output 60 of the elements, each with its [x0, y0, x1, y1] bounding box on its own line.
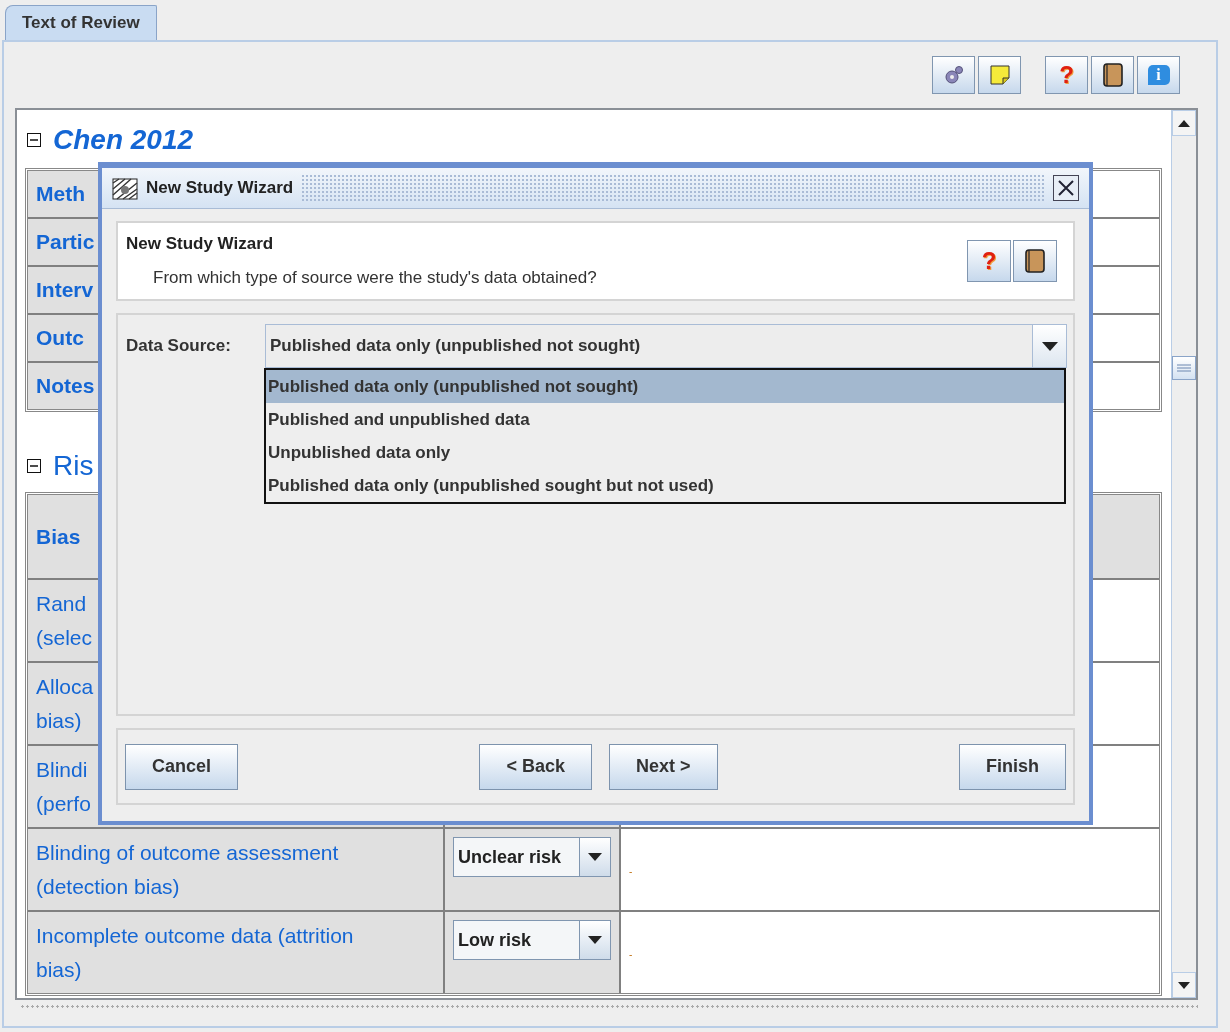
- caret-icon: [1041, 341, 1058, 351]
- scroll-down-icon: [1178, 981, 1190, 989]
- book-icon: [1101, 62, 1124, 88]
- field-label: Data Source:: [125, 336, 232, 356]
- bias-label: bias): [36, 707, 82, 734]
- wizard-heading: New Study Wizard: [126, 234, 275, 254]
- settings-button[interactable]: [932, 56, 975, 94]
- book-button[interactable]: [1013, 240, 1057, 282]
- study-title: Chen 2012: [53, 124, 194, 156]
- dropdown-option[interactable]: Published and unpublished data: [266, 403, 1064, 436]
- scroll-thumb-icon: [1177, 364, 1191, 372]
- finish-button[interactable]: Finish: [959, 743, 1066, 790]
- dropdown-option[interactable]: Published data only (unpublished sought but not used): [266, 469, 1064, 502]
- scroll-up-icon: [1178, 119, 1190, 127]
- dropdown-option[interactable]: Published data only (unpublished not sought): [266, 370, 1064, 403]
- bias-label: Blinding of outcome assessment (detection bias): [36, 839, 340, 900]
- bias-label: (perfo: [36, 790, 91, 817]
- cancel-button[interactable]: Cancel: [125, 743, 239, 790]
- bias-label: (selec: [36, 624, 93, 651]
- bias-label: Alloca: [36, 673, 94, 700]
- collapse-icon[interactable]: [27, 133, 41, 147]
- data-source-dropdown[interactable]: Published data only (unpublished not sought): [265, 324, 1067, 368]
- support-text: -: [629, 865, 633, 877]
- help-icon: ?: [981, 249, 997, 273]
- sticky-note-icon: [989, 65, 1010, 85]
- column-header: Bias: [36, 524, 81, 548]
- dropdown-option[interactable]: Unpublished data only: [266, 436, 1064, 469]
- gear-icon: [942, 64, 965, 86]
- note-button[interactable]: [978, 56, 1021, 94]
- risk-dropdown[interactable]: Unclear risk: [453, 837, 611, 877]
- tab[interactable]: Text of Review: [5, 5, 157, 40]
- row-label: Partic: [36, 230, 95, 253]
- bias-label: Rand: [36, 590, 87, 617]
- help-icon: ?: [1059, 63, 1074, 87]
- row-label: Outc: [36, 326, 84, 349]
- next-button[interactable]: Next >: [609, 743, 718, 790]
- scrollbar[interactable]: [1171, 110, 1196, 998]
- bias-label: Incomplete outcome data (attrition bias): [36, 922, 355, 983]
- close-button[interactable]: [1053, 175, 1079, 201]
- help-button[interactable]: ?: [967, 240, 1011, 282]
- support-text: -: [629, 948, 633, 960]
- window-icon: [112, 176, 138, 200]
- info-button[interactable]: i: [1137, 56, 1180, 94]
- back-button[interactable]: < Back: [479, 743, 593, 790]
- info-icon: i: [1147, 65, 1170, 85]
- book-button[interactable]: [1091, 56, 1134, 94]
- row-label: Notes: [36, 374, 95, 397]
- help-button[interactable]: ?: [1045, 56, 1088, 94]
- caret-icon: [588, 936, 602, 944]
- collapse-icon[interactable]: [27, 459, 41, 473]
- wizard-question: From which type of source were the study's data obtained?: [152, 268, 598, 288]
- book-icon: [1024, 248, 1046, 274]
- section-title: Ris: [53, 450, 94, 482]
- window-title: New Study Wizard: [146, 178, 294, 198]
- risk-dropdown[interactable]: Low risk: [453, 920, 611, 960]
- row-label: Meth: [36, 182, 85, 205]
- row-label: Interv: [36, 278, 94, 301]
- close-icon: [1057, 179, 1075, 197]
- caret-icon: [588, 853, 602, 861]
- bias-label: Blindi: [36, 756, 88, 783]
